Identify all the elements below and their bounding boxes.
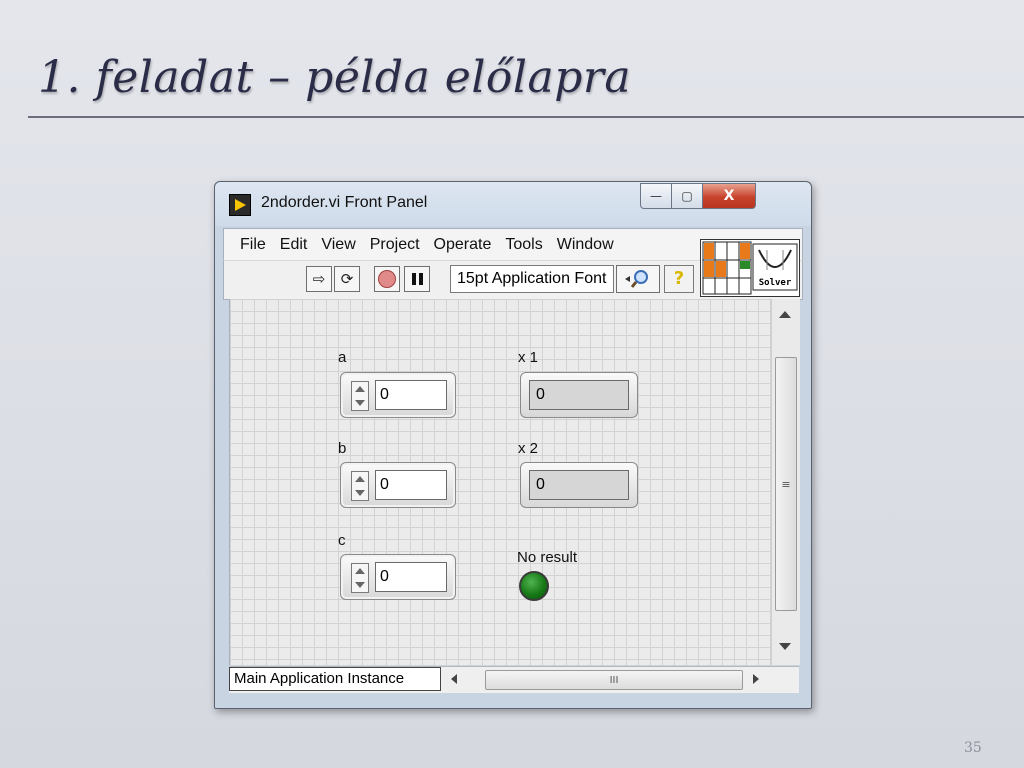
front-panel-canvas[interactable]: a 0 b 0 c 0 x 1 0 x 2 0 No result — [229, 299, 772, 665]
control-c-input[interactable]: 0 — [375, 562, 447, 592]
menu-project[interactable]: Project — [370, 236, 420, 254]
window-titlebar[interactable]: 2ndorder.vi Front Panel — ▢ X — [215, 182, 811, 226]
indicator-x1-value: 0 — [529, 380, 629, 410]
menu-window[interactable]: Window — [557, 236, 614, 254]
menu-operate[interactable]: Operate — [434, 236, 492, 254]
control-c-stepper[interactable] — [351, 563, 369, 593]
menu-edit[interactable]: Edit — [280, 236, 308, 254]
scroll-up-arrow-icon[interactable] — [779, 311, 791, 318]
scroll-right-arrow-icon[interactable] — [753, 674, 759, 684]
run-arrow-icon[interactable]: ⇨ — [306, 266, 332, 292]
vertical-scrollbar[interactable]: ≡ — [771, 299, 800, 665]
font-selector[interactable]: 15pt Application Font — [450, 265, 614, 293]
control-b-label: b — [338, 440, 347, 457]
control-b-input[interactable]: 0 — [375, 470, 447, 500]
horizontal-scroll-thumb[interactable]: III — [485, 670, 743, 690]
window-title: 2ndorder.vi Front Panel — [261, 194, 428, 211]
indicator-x2: 0 — [520, 462, 638, 508]
no-result-led — [519, 571, 549, 601]
search-icon[interactable] — [616, 265, 660, 293]
control-a-input[interactable]: 0 — [375, 380, 447, 410]
slide-title: 1. feladat – példa előlapra — [38, 52, 632, 103]
window-controls: — ▢ X — [640, 183, 756, 211]
labview-front-panel-window: 2ndorder.vi Front Panel — ▢ X File Edit … — [214, 181, 812, 709]
close-button[interactable]: X — [702, 183, 756, 209]
menu-file[interactable]: File — [240, 236, 266, 254]
control-a-stepper[interactable] — [351, 381, 369, 411]
indicator-x2-label: x 2 — [518, 440, 539, 457]
vi-icon-label: Solver — [758, 278, 792, 288]
page-number: 35 — [964, 740, 982, 756]
menu-tools[interactable]: Tools — [505, 236, 542, 254]
application-instance-selector[interactable]: Main Application Instance — [229, 667, 441, 691]
toolbar: ⇨ ⟳ 15pt Application Font ? Solver — [223, 239, 803, 300]
scroll-left-arrow-icon[interactable] — [451, 674, 457, 684]
control-a-label: a — [338, 349, 347, 366]
menu-view[interactable]: View — [321, 236, 355, 254]
control-b: 0 — [340, 462, 456, 508]
run-continuously-icon[interactable]: ⟳ — [334, 266, 360, 292]
help-icon[interactable]: ? — [664, 265, 694, 293]
maximize-button[interactable]: ▢ — [671, 183, 703, 209]
abort-execution-icon[interactable] — [374, 266, 400, 292]
control-b-stepper[interactable] — [351, 471, 369, 501]
pause-icon[interactable] — [404, 266, 430, 292]
control-c-label: c — [338, 532, 346, 549]
control-a: 0 — [340, 372, 456, 418]
minimize-button[interactable]: — — [640, 183, 672, 209]
control-c: 0 — [340, 554, 456, 600]
status-bar: Main Application Instance III — [229, 666, 799, 693]
indicator-x1: 0 — [520, 372, 638, 418]
vi-connector-icon[interactable]: Solver — [700, 239, 800, 297]
labview-app-icon — [229, 194, 251, 216]
scroll-down-arrow-icon[interactable] — [779, 643, 791, 650]
indicator-x2-value: 0 — [529, 470, 629, 500]
indicator-x1-label: x 1 — [518, 349, 539, 366]
no-result-label: No result — [517, 549, 578, 566]
title-divider — [28, 116, 1024, 118]
vertical-scroll-thumb[interactable]: ≡ — [775, 357, 797, 611]
